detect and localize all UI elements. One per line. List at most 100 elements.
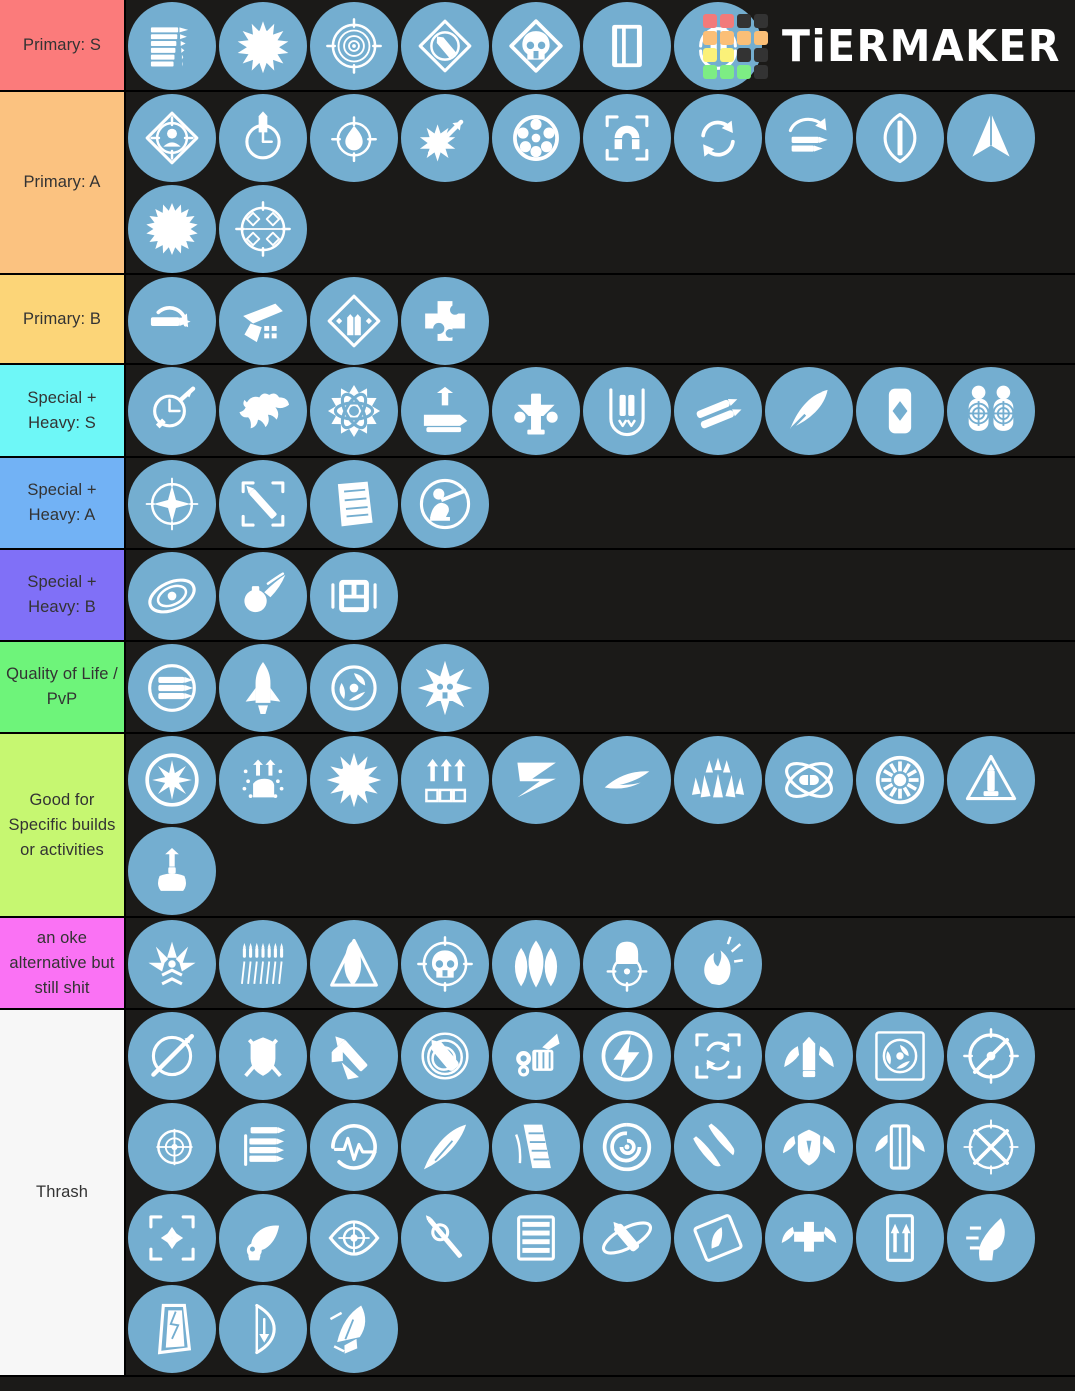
- plus-wings-icon[interactable]: [764, 1193, 853, 1282]
- tier-item[interactable]: [399, 92, 490, 183]
- no-spear-icon[interactable]: [127, 1011, 216, 1100]
- atom-burst-icon[interactable]: [309, 366, 398, 455]
- tier-item[interactable]: [308, 1101, 399, 1192]
- tier-label[interactable]: Special + Heavy: A: [0, 458, 126, 548]
- rod-shatter-icon[interactable]: [309, 735, 398, 824]
- fist-blade-icon[interactable]: [309, 1011, 398, 1100]
- tier-item[interactable]: [581, 1101, 672, 1192]
- winged-round-icon[interactable]: [764, 1011, 853, 1100]
- tier-label[interactable]: Special + Heavy: B: [0, 550, 126, 640]
- tier-item[interactable]: [399, 1101, 490, 1192]
- flame-crosshair-icon[interactable]: [309, 93, 398, 182]
- dragon-icon[interactable]: [218, 366, 307, 455]
- tier-item[interactable]: [308, 458, 399, 549]
- tier-item[interactable]: [217, 1101, 308, 1192]
- tier-item[interactable]: [490, 92, 581, 183]
- tier-item[interactable]: [126, 0, 217, 91]
- tier-item[interactable]: [854, 1010, 945, 1101]
- tier-item[interactable]: [217, 550, 308, 641]
- tier-item[interactable]: [672, 734, 763, 825]
- turbine-circle-icon[interactable]: [309, 643, 398, 732]
- tier-item[interactable]: [945, 365, 1036, 456]
- tier-item[interactable]: [126, 92, 217, 183]
- tier-item[interactable]: [581, 365, 672, 456]
- tier-item[interactable]: [672, 1192, 763, 1283]
- saw-blade-bullet-icon[interactable]: [127, 184, 216, 273]
- tier-items-container[interactable]: [126, 734, 1075, 916]
- twin-blades-icon[interactable]: [673, 1102, 762, 1191]
- dual-rounds-swirl-icon[interactable]: [673, 1, 762, 90]
- tier-item[interactable]: [399, 365, 490, 456]
- tier-item[interactable]: [217, 918, 308, 1009]
- needle-rod-icon[interactable]: [400, 1193, 489, 1282]
- vortex-spiral-icon[interactable]: [582, 1102, 671, 1191]
- tier-item[interactable]: [217, 365, 308, 456]
- tier-item[interactable]: [126, 183, 217, 274]
- feather-blade-icon[interactable]: [400, 1102, 489, 1191]
- tier-item[interactable]: [308, 275, 399, 366]
- arrow-impact-icon[interactable]: [400, 93, 489, 182]
- tier-item[interactable]: [763, 1010, 854, 1101]
- tier-item[interactable]: [399, 1192, 490, 1283]
- tier-items-container[interactable]: [126, 550, 1075, 640]
- tier-item[interactable]: [399, 918, 490, 1009]
- canister-icon[interactable]: [855, 366, 944, 455]
- zigzag-bolt-icon[interactable]: [491, 735, 580, 824]
- tier-items-container[interactable]: [126, 275, 1075, 366]
- tier-item[interactable]: [763, 1101, 854, 1192]
- vertical-barrel-icon[interactable]: [855, 93, 944, 182]
- tier-item[interactable]: [308, 734, 399, 825]
- tier-item[interactable]: [854, 1101, 945, 1192]
- tier-item[interactable]: [945, 1101, 1036, 1192]
- tier-item[interactable]: [945, 734, 1036, 825]
- gate-arrows-icon[interactable]: [855, 1193, 944, 1282]
- twin-bullets-icon[interactable]: [673, 366, 762, 455]
- tier-item[interactable]: [854, 734, 945, 825]
- tier-items-container[interactable]: [126, 0, 1075, 90]
- missile-icon[interactable]: [218, 643, 307, 732]
- tier-item[interactable]: [763, 92, 854, 183]
- eye-target-icon[interactable]: [309, 1193, 398, 1282]
- bow-down-icon[interactable]: [218, 1284, 307, 1373]
- tier-item[interactable]: [126, 1283, 217, 1374]
- tier-item[interactable]: [308, 92, 399, 183]
- burst-star-circle-icon[interactable]: [127, 735, 216, 824]
- tier-item[interactable]: [308, 550, 399, 641]
- target-rings-icon[interactable]: [309, 1, 398, 90]
- tier-label[interactable]: an oke alternative but still shit: [0, 918, 126, 1008]
- tier-label[interactable]: Thrash: [0, 1010, 126, 1375]
- tier-item[interactable]: [581, 0, 672, 91]
- tier-item[interactable]: [490, 1010, 581, 1101]
- rocket-streak-icon[interactable]: [309, 1284, 398, 1373]
- explosive-bullet-icon[interactable]: [218, 1, 307, 90]
- slash-ring-icon[interactable]: [946, 1011, 1035, 1100]
- spear-triangle-icon[interactable]: [309, 919, 398, 1008]
- radial-wheel-icon[interactable]: [855, 735, 944, 824]
- shard-spread-icon[interactable]: [673, 735, 762, 824]
- tier-items-container[interactable]: [126, 458, 1075, 548]
- tier-item[interactable]: [308, 1283, 399, 1374]
- tier-label[interactable]: Primary: S: [0, 0, 126, 90]
- tier-item[interactable]: [581, 734, 672, 825]
- tier-item[interactable]: [399, 1010, 490, 1101]
- tier-item[interactable]: [672, 92, 763, 183]
- tier-item[interactable]: [126, 458, 217, 549]
- fan-square-icon[interactable]: [855, 1011, 944, 1100]
- compass-star-icon[interactable]: [127, 459, 216, 548]
- tier-item[interactable]: [490, 1192, 581, 1283]
- ammo-stack-icon[interactable]: [218, 1102, 307, 1191]
- tier-item[interactable]: [399, 734, 490, 825]
- ribbon-block-icon[interactable]: [491, 1102, 580, 1191]
- quad-diamond-crosshair-icon[interactable]: [218, 184, 307, 273]
- tier-item[interactable]: [217, 183, 308, 274]
- tier-item[interactable]: [490, 734, 581, 825]
- tier-label[interactable]: Primary: B: [0, 275, 126, 363]
- tier-item[interactable]: [672, 918, 763, 1009]
- tier-item[interactable]: [217, 734, 308, 825]
- tier-label[interactable]: Quality of Life / PvP: [0, 642, 126, 732]
- tier-item[interactable]: [854, 365, 945, 456]
- tier-item[interactable]: [672, 1010, 763, 1101]
- machinery-icon[interactable]: [491, 1011, 580, 1100]
- double-shell-arrows-icon[interactable]: [582, 366, 671, 455]
- tier-item[interactable]: [126, 1101, 217, 1192]
